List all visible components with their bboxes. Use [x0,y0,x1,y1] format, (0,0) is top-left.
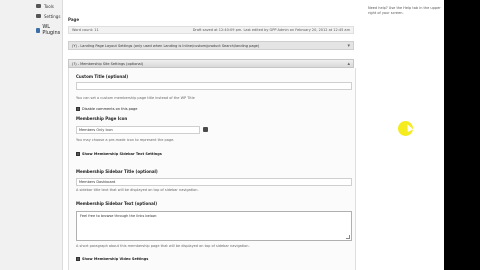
membership-settings-panel: Custom Title (optional) You can set a cu… [68,68,356,270]
custom-title-label: Custom Title (optional) [76,74,129,79]
page-icon-label: Membership Page Icon [76,116,128,121]
plugin-icon [36,27,41,33]
tools-icon [36,4,41,8]
custom-title-hint: You can set a custom membership page tit… [76,96,195,100]
sidebar-title-input[interactable]: Members Dashboard [76,178,352,186]
membership-settings-header[interactable]: (?) - Membership Site Settings (optional… [68,59,354,68]
word-count: Word count: 11 [72,28,99,32]
checkbox-icon[interactable] [76,257,80,261]
show-sidebar-text-checkbox[interactable]: Show Membership Sidebar Text Settings [76,152,162,156]
admin-sidebar: Tools Settings WL Plugins [0,0,63,270]
sidebar-text-hint: A short paragraph about this membership … [76,244,250,248]
disable-comments-label: Disable comments on this page [82,107,138,111]
page-icon-hint: You may choose a pre-made icon to repres… [76,138,175,142]
membership-settings-title: (?) - Membership Site Settings (optional… [72,61,144,66]
video-letterbox-right [444,0,480,270]
disable-comments-checkbox[interactable]: Disable comments on this page [76,107,137,111]
status-bar: Word count: 11 Draft saved at 12:40:09 p… [68,26,354,34]
collapse-arrow-icon[interactable]: ▾ [347,43,350,49]
sidebar-title-label: Membership Sidebar Title (optional) [76,169,158,174]
sidebar-text-value: Feel free to browse through the links be… [80,214,157,218]
sidebar-item-wl-plugins[interactable]: WL Plugins [36,24,62,36]
last-edited-text: Draft saved at 12:40:09 pm. Last edited … [192,28,350,32]
icon-picker-icon[interactable] [203,127,208,132]
sidebar-title-hint: A sidebar title text that will be displa… [76,188,199,192]
sidebar-text-textarea[interactable]: Feel free to browse through the links be… [76,211,352,241]
checkbox-icon[interactable] [76,107,80,111]
sidebar-item-label: Tools [44,3,54,9]
help-note: Need help? Use the Help tab in the upper… [368,6,441,15]
page-icon-select[interactable]: Members Only Icon [76,126,200,134]
collapse-arrow-icon[interactable]: ▴ [347,61,350,67]
sidebar-item-tools[interactable]: Tools [36,2,62,10]
checkbox-icon[interactable] [76,152,80,156]
show-sidebar-text-label: Show Membership Sidebar Text Settings [82,152,162,156]
custom-title-input[interactable] [76,82,352,90]
landing-settings-header[interactable]: (Y) - Landing Page Layout Settings (only… [68,41,354,50]
sidebar-text-label: Membership Sidebar Text (optional) [76,201,158,206]
page-label: Page [68,17,80,22]
show-video-checkbox[interactable]: Show Membership Video Settings [76,257,148,261]
resize-handle-icon[interactable] [346,235,350,239]
editor-main: Page Word count: 11 Draft saved at 12:40… [64,0,356,270]
sidebar-item-label: WL Plugins [42,24,61,36]
sidebar-item-label: Settings [44,13,61,19]
settings-icon [36,14,41,18]
sidebar-item-settings[interactable]: Settings [36,12,62,20]
show-video-label: Show Membership Video Settings [82,257,149,261]
landing-settings-title: (Y) - Landing Page Layout Settings (only… [72,43,260,48]
